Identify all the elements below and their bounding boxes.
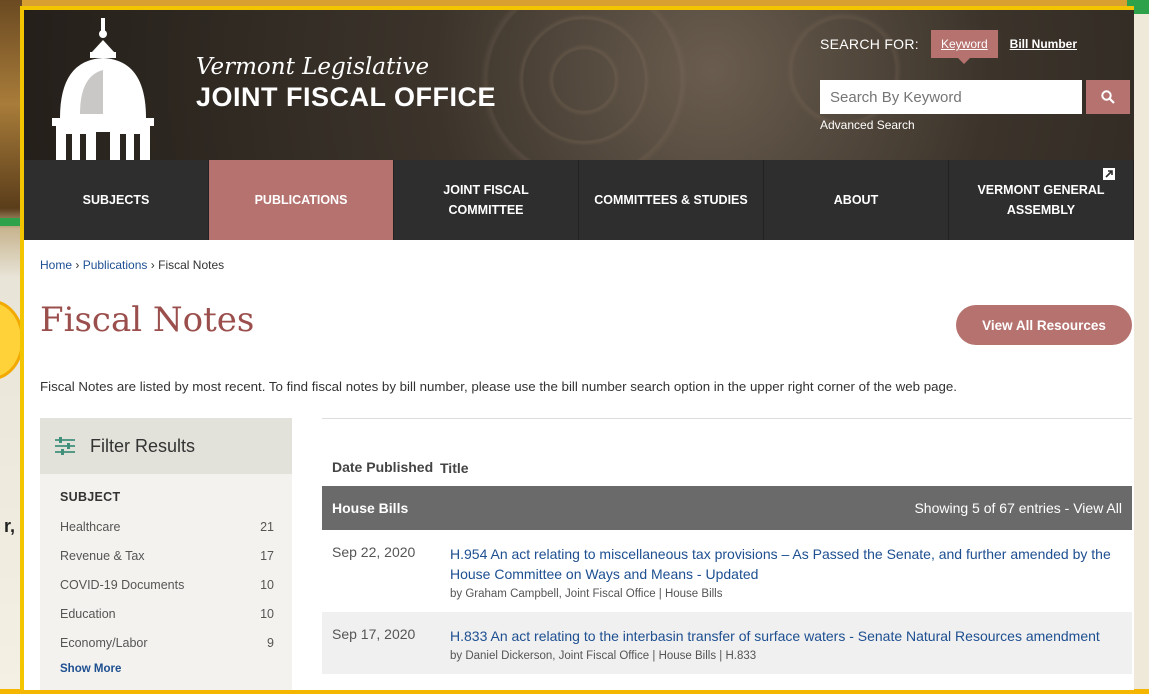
breadcrumb-home[interactable]: Home [40,258,72,272]
group-view-all-link[interactable]: Showing 5 of 67 entries - View All [914,500,1122,516]
breadcrumb-publications[interactable]: Publications [83,258,148,272]
row-body: H.833 An act relating to the interbasin … [450,626,1122,662]
row-body: H.954 An act relating to miscellaneous t… [450,544,1122,600]
nav-item-subjects[interactable]: SUBJECTS [24,160,209,240]
filter-count: 9 [267,635,274,650]
table-header: Date Published Title [322,418,1132,486]
nav-item-committees-studies[interactable]: COMMITTEES & STUDIES [579,160,764,240]
nav-item-about[interactable]: ABOUT [764,160,949,240]
filter-item-covid-19-documents[interactable]: COVID-19 Documents 10 [40,570,292,599]
site-header: Vermont Legislative JOINT FISCAL OFFICE … [24,10,1134,160]
page-intro-text: Fiscal Notes are listed by most recent. … [40,379,957,394]
filter-count: 10 [260,606,274,621]
site-brand[interactable]: Vermont Legislative JOINT FISCAL OFFICE [196,54,496,113]
external-link-icon [1103,168,1115,180]
view-all-resources-button[interactable]: View All Resources [956,305,1132,345]
search-icon [1101,90,1115,104]
search-mode-bill-number[interactable]: Bill Number [1010,37,1077,51]
table-group-header: House Bills Showing 5 of 67 entries - Vi… [322,486,1132,530]
group-name: House Bills [332,500,409,516]
column-header-date[interactable]: Date Published [322,458,440,476]
row-date: Sep 22, 2020 [332,544,416,560]
filter-item-economy-labor[interactable]: Economy/Labor 9 [40,628,292,657]
breadcrumb: Home › Publications › Fiscal Notes [40,258,224,272]
page-title: Fiscal Notes [40,300,255,340]
brand-line-1: Vermont Legislative [196,54,430,80]
filter-item-education[interactable]: Education 10 [40,599,292,628]
search-button[interactable] [1086,80,1130,114]
search-mode-selector: SEARCH FOR: Keyword Bill Number [820,30,1077,64]
filter-item-revenue-tax[interactable]: Revenue & Tax 17 [40,541,292,570]
capitol-dome-logo[interactable] [40,18,170,160]
filter-results-title: Filter Results [90,435,196,456]
filter-count: 17 [260,548,274,563]
nav-item-publications[interactable]: PUBLICATIONS [209,160,394,240]
search-input[interactable] [820,80,1082,114]
browser-viewport: Vermont Legislative JOINT FISCAL OFFICE … [20,6,1134,690]
advanced-search-link[interactable]: Advanced Search [820,118,915,132]
background-left-strip: r, [0,0,24,694]
search-for-label: SEARCH FOR: [820,36,919,52]
nav-item-joint-fiscal-committee[interactable]: JOINT FISCAL COMMITTEE [394,160,579,240]
filter-label: Economy/Labor [60,635,148,650]
filter-label: COVID-19 Documents [60,577,185,592]
row-meta: by Graham Campbell, Joint Fiscal Office … [450,588,723,600]
brand-line-2: JOINT FISCAL OFFICE [196,82,497,112]
filter-item-healthcare[interactable]: Healthcare 21 [40,512,292,541]
filter-count: 10 [260,577,274,592]
nav-item-label: VERMONT GENERAL ASSEMBLY [977,183,1105,217]
row-date: Sep 17, 2020 [332,626,416,642]
filter-label: Healthcare [60,519,121,534]
breadcrumb-separator: › [75,258,80,272]
filter-label: Revenue & Tax [60,548,145,563]
filter-label: Education [60,606,116,621]
row-title-link[interactable]: H.833 An act relating to the interbasin … [450,626,1122,646]
subject-filter-heading: SUBJECT [60,490,121,504]
filter-sidebar: Filter Results SUBJECT Healthcare 21 Rev… [40,418,292,690]
breadcrumb-current: Fiscal Notes [158,258,225,272]
row-title-link[interactable]: H.954 An act relating to miscellaneous t… [450,544,1122,584]
table-row: Sep 17, 2020 H.833 An act relating to th… [322,612,1132,674]
table-row: Sep 22, 2020 H.954 An act relating to mi… [322,530,1132,612]
row-meta: by Daniel Dickerson, Joint Fiscal Office… [450,650,757,662]
filter-results-header[interactable]: Filter Results [40,418,292,474]
background-green-bar [0,218,22,226]
column-header-title[interactable]: Title [440,460,469,476]
fiscal-notes-table: Date Published Title House Bills Showing… [322,418,1132,674]
sliders-icon [55,437,75,455]
search-mode-keyword[interactable]: Keyword [930,30,998,64]
nav-item-vermont-general-assembly[interactable]: VERMONT GENERAL ASSEMBLY [949,160,1134,240]
filter-count: 21 [260,519,274,534]
breadcrumb-separator: › [150,258,155,272]
show-more-link[interactable]: Show More [60,663,292,675]
background-partial-text: r, [4,516,16,536]
main-nav: SUBJECTS PUBLICATIONS JOINT FISCAL COMMI… [24,160,1134,240]
